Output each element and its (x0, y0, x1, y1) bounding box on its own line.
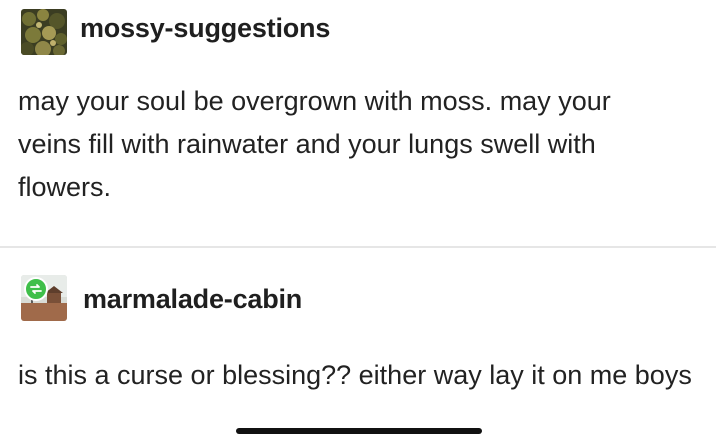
post-text: is this a curse or blessing?? either way… (18, 360, 692, 390)
username[interactable]: mossy-suggestions (80, 13, 330, 44)
moss-avatar-icon[interactable] (21, 9, 67, 55)
post-divider (0, 246, 716, 248)
reblog-icon (24, 277, 48, 301)
post-marmalade-cabin: marmalade-cabin is this a curse or bless… (0, 250, 716, 444)
home-indicator[interactable] (236, 428, 482, 434)
post-text: may your soul be overgrown with moss. ma… (18, 86, 611, 202)
post-mossy-suggestions: mossy-suggestions may your soul be overg… (0, 0, 716, 248)
username[interactable]: marmalade-cabin (83, 284, 302, 315)
